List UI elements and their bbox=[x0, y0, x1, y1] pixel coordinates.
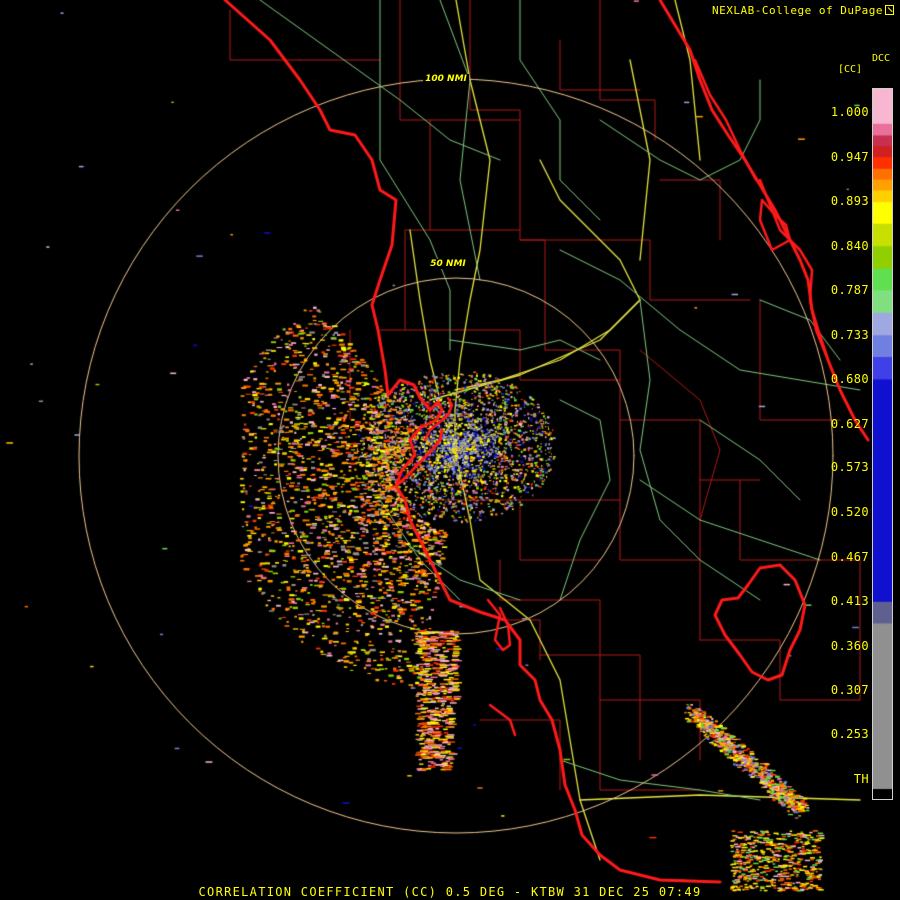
legend-tick-10: 0.467 bbox=[830, 550, 869, 564]
legend-tick-6: 0.680 bbox=[830, 372, 869, 386]
legend-ticks: 1.000 0.947 0.893 0.840 0.787 0.733 0.680 0.627… bbox=[815, 0, 871, 900]
ring-label-50: 50 NMI bbox=[428, 259, 468, 269]
product-code: DCC bbox=[871, 53, 890, 64]
legend-tick-14: 0.253 bbox=[830, 727, 869, 741]
legend-tick-4: 0.787 bbox=[830, 283, 869, 297]
legend-tick-1: 0.947 bbox=[830, 150, 869, 164]
color-legend-bar bbox=[872, 88, 893, 800]
legend-tick-8: 0.573 bbox=[830, 460, 869, 474]
ring-label-100: 100 NMI bbox=[423, 74, 469, 84]
external-link-icon[interactable] bbox=[885, 5, 894, 15]
legend-tick-13: 0.307 bbox=[830, 683, 869, 697]
radar-map bbox=[0, 0, 900, 900]
legend-tick-5: 0.733 bbox=[830, 328, 869, 342]
legend-tick-12: 0.360 bbox=[830, 639, 869, 653]
legend-tick-7: 0.627 bbox=[830, 417, 869, 431]
legend-tick-9: 0.520 bbox=[830, 505, 869, 519]
legend-tick-3: 0.840 bbox=[830, 239, 869, 253]
product-caption: CORRELATION COEFFICIENT (CC) 0.5 DEG - K… bbox=[198, 885, 702, 899]
legend-tick-15: TH bbox=[853, 772, 869, 786]
legend-tick-11: 0.413 bbox=[830, 594, 869, 608]
legend-tick-0: 1.000 bbox=[830, 105, 869, 119]
legend-tick-2: 0.893 bbox=[830, 194, 869, 208]
